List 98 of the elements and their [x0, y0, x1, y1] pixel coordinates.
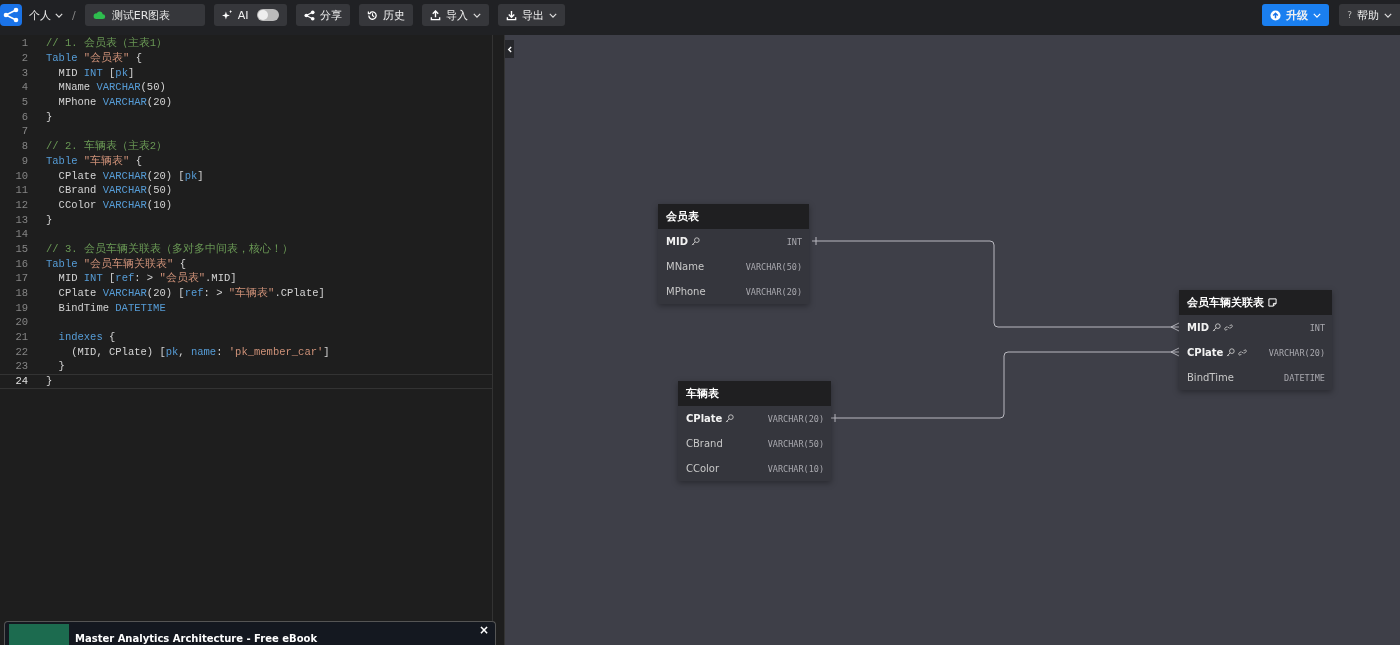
code-line: BindTime DATETIME: [57, 301, 166, 314]
line-number: 12: [14, 198, 28, 211]
code-line: Table "会员车辆关联表" {: [46, 256, 187, 271]
share-icon: [303, 9, 315, 21]
line-number: 9: [20, 154, 28, 167]
help-button[interactable]: ? 帮助: [1339, 4, 1400, 26]
cloud-icon: [92, 10, 106, 20]
caret-icon: [1313, 12, 1322, 18]
code-line: CPlate VARCHAR(20) [pk]: [57, 169, 204, 182]
chevron-left-icon: [507, 45, 512, 53]
line-number: 13: [14, 213, 28, 226]
line-number: 1: [20, 37, 28, 50]
code-line: indexes {: [57, 331, 116, 344]
close-button[interactable]: ×: [476, 624, 491, 636]
table-name: 车辆表: [686, 386, 719, 401]
line-number: 8: [20, 140, 28, 153]
field-name: MID: [1187, 322, 1209, 333]
line-number: 19: [14, 301, 28, 314]
share-button[interactable]: 分享: [295, 4, 350, 26]
diagram-canvas[interactable]: 会员表 MID INT MName VARCHAR(50) MPhone VARCHAR(20) 车辆表 CPlate VARCHAR(20) CBrand VARCHAR(50) CColor VARCHAR(10) 会员车辆关联表 MID INT CPlate VARCHAR(20) BindTime DATETIME: [505, 35, 1400, 645]
sparkle-icon: [221, 9, 233, 21]
field-type: VARCHAR(20): [1268, 347, 1325, 358]
code-line: MID INT [pk]: [57, 66, 135, 79]
code-line: // 3. 会员车辆关联表（多对多中间表，核心！）: [46, 241, 293, 256]
arrow-up-circle-icon: [1270, 9, 1282, 21]
line-number: 11: [14, 184, 28, 197]
breadcrumb-separator: /: [72, 8, 76, 22]
field-name: MID: [666, 236, 688, 247]
field-type: DATETIME: [1284, 372, 1325, 383]
field-name: CPlate: [686, 413, 723, 424]
line-number: 17: [14, 272, 28, 285]
line-number: 5: [20, 96, 28, 109]
download-icon: [505, 9, 517, 21]
code-line: MID INT [ref: > "会员表".MID]: [57, 271, 237, 286]
code-line: }: [46, 110, 53, 123]
field-type: VARCHAR(50): [745, 261, 802, 272]
collapse-button[interactable]: [505, 40, 514, 58]
line-number: 16: [14, 257, 28, 270]
entity-table[interactable]: 会员表 MID INT MName VARCHAR(50) MPhone VARCHAR(20): [658, 204, 809, 304]
line-number: 2: [20, 52, 28, 65]
import-button[interactable]: 导入: [421, 4, 489, 26]
code-line: }: [46, 213, 53, 226]
field-name: BindTime: [1187, 372, 1234, 383]
line-number: 4: [20, 81, 28, 94]
ad-title: Master Analytics Architecture - Free eBook: [75, 633, 319, 644]
history-button[interactable]: 历史: [358, 4, 413, 26]
caret-icon: [1384, 12, 1392, 18]
code-line: CColor VARCHAR(10): [57, 198, 173, 211]
field-name: CPlate: [1187, 347, 1224, 358]
field-type: INT: [786, 236, 802, 247]
caret-icon: [55, 12, 63, 18]
code-line: (MID, CPlate) [pk, name: 'pk_member_car']: [70, 345, 330, 358]
ad-banner[interactable]: Master Analytics Architecture - Free eBook ×: [4, 621, 496, 645]
line-number: 14: [14, 228, 28, 241]
entity-table[interactable]: 车辆表 CPlate VARCHAR(20) CBrand VARCHAR(50) CColor VARCHAR(10): [678, 381, 831, 481]
table-name: 会员车辆关联表: [1187, 295, 1264, 310]
field-type: VARCHAR(20): [745, 286, 802, 297]
field-name: CColor: [686, 463, 720, 474]
field-type: INT: [1309, 322, 1325, 333]
field-type: VARCHAR(50): [767, 438, 824, 449]
upgrade-button[interactable]: 升级: [1262, 4, 1330, 26]
ai-button[interactable]: AI: [213, 4, 287, 26]
line-number: 20: [14, 316, 28, 329]
document-name-field[interactable]: 测试ER图表: [84, 4, 205, 26]
code-line: CBrand VARCHAR(50): [57, 184, 173, 197]
code-line: MPhone VARCHAR(20): [57, 96, 173, 109]
ai-toggle[interactable]: [256, 9, 279, 21]
code-line: // 2. 车辆表（主表2）: [46, 139, 168, 154]
upload-icon: [429, 9, 441, 21]
code-line: Table "车辆表" {: [46, 153, 143, 168]
history-icon: [366, 9, 378, 21]
code-line: MName VARCHAR(50): [57, 81, 166, 94]
code-line: }: [46, 375, 53, 388]
line-number: 22: [14, 345, 28, 358]
code-line: CPlate VARCHAR(20) [ref: > "车辆表".CPlate]: [57, 286, 325, 301]
line-number: 15: [14, 242, 28, 255]
field-name: MName: [666, 261, 705, 272]
field-type: VARCHAR(20): [767, 413, 824, 424]
logo-icon[interactable]: [0, 4, 22, 26]
code-line: Table "会员表" {: [46, 51, 143, 66]
table-name: 会员表: [666, 209, 699, 224]
line-number: 10: [14, 169, 28, 182]
line-number: 24: [14, 375, 28, 388]
field-type: VARCHAR(10): [767, 463, 824, 474]
code-line: // 1. 会员表（主表1）: [46, 36, 168, 51]
code-line: }: [57, 360, 65, 373]
line-number: 3: [20, 66, 28, 79]
entity-table[interactable]: 会员车辆关联表 MID INT CPlate VARCHAR(20) BindTime DATETIME: [1179, 290, 1332, 390]
ebook-cover-placeholder: [9, 624, 69, 645]
field-name: CBrand: [686, 438, 723, 449]
export-button[interactable]: 导出: [497, 4, 565, 26]
line-number: 21: [14, 331, 28, 344]
line-number: 6: [20, 110, 28, 123]
line-number: 18: [14, 287, 28, 300]
line-number: 23: [14, 360, 28, 373]
field-name: MPhone: [666, 286, 706, 297]
workspace-dropdown[interactable]: 个人: [29, 7, 63, 23]
line-number: 7: [20, 125, 28, 138]
